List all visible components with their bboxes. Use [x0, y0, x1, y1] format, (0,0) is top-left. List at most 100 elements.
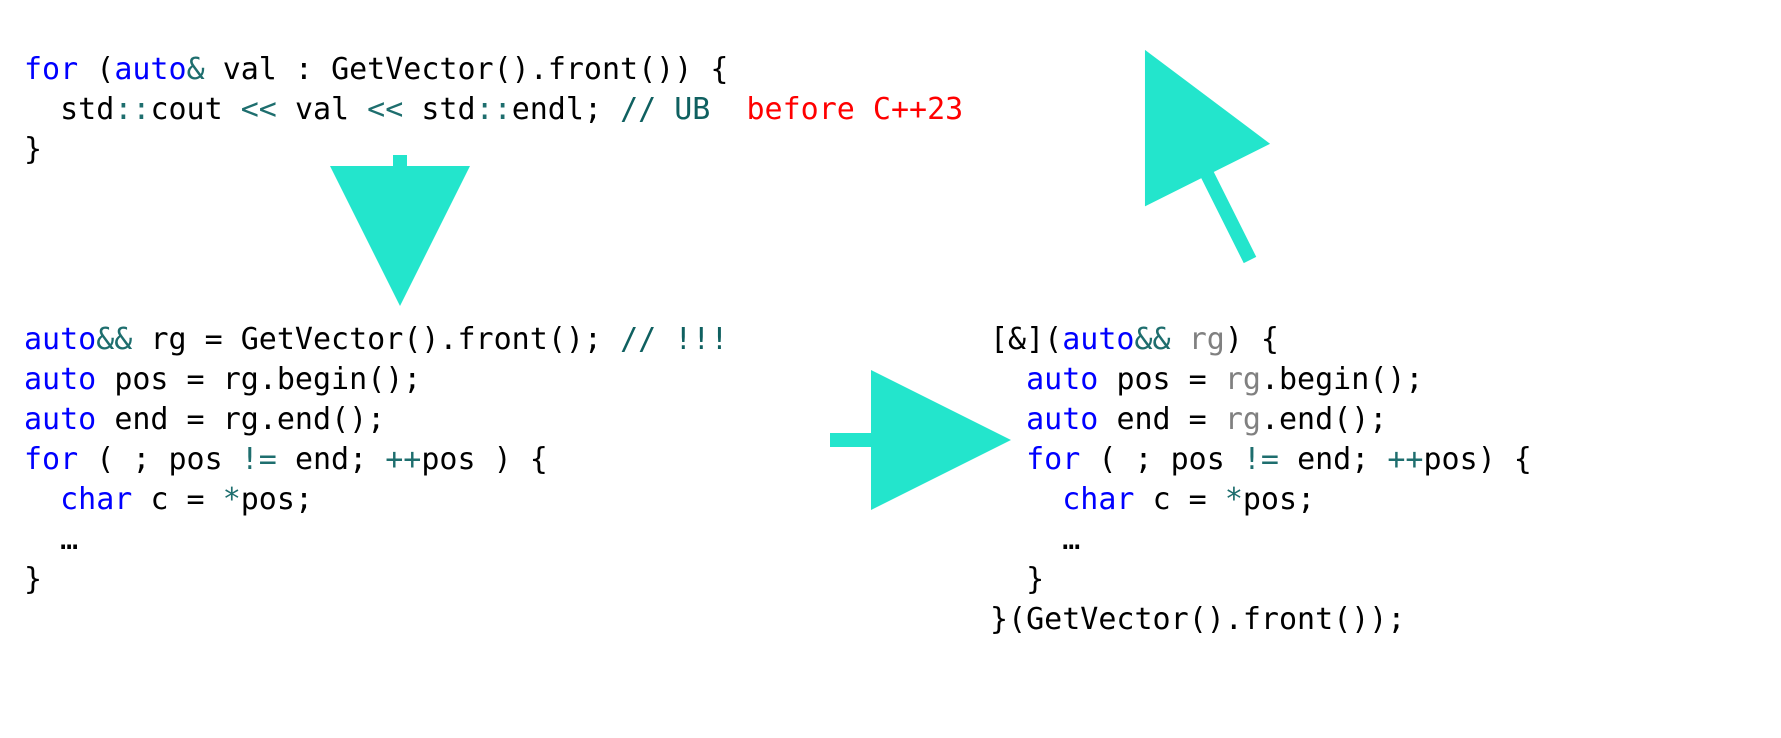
code-line: for (auto& val : GetVector().front()) {	[24, 52, 728, 87]
code-line: for ( ; pos != end; ++pos ) {	[24, 442, 548, 477]
text: .	[259, 362, 277, 397]
identifier: c	[150, 482, 168, 517]
identifier: rg	[1225, 402, 1261, 437]
text: ().	[494, 52, 548, 87]
identifier: front	[1243, 602, 1333, 637]
text: =	[1171, 362, 1225, 397]
identifier: pos	[1424, 442, 1478, 477]
comment: // !!!	[620, 322, 728, 357]
text: ) {	[1478, 442, 1532, 477]
stream-op: <<	[349, 92, 421, 127]
code-line: auto pos = rg.begin();	[24, 362, 421, 397]
text: ();	[367, 362, 421, 397]
text: :	[277, 52, 331, 87]
neq-op: !=	[1225, 442, 1297, 477]
deref-op: *	[1225, 482, 1243, 517]
keyword-for: for	[24, 442, 78, 477]
identifier: end	[295, 442, 349, 477]
keyword-char: char	[60, 482, 132, 517]
text: ().	[403, 322, 457, 357]
text: (	[78, 52, 114, 87]
annotation-before-cpp23: before C++23	[747, 92, 964, 127]
identifier: begin	[1279, 362, 1369, 397]
code-line: auto end = rg.end();	[990, 402, 1387, 437]
text	[1098, 402, 1116, 437]
identifier: pos	[169, 442, 223, 477]
text: =	[169, 482, 223, 517]
identifier: val	[223, 52, 277, 87]
text: ();	[1333, 402, 1387, 437]
identifier: end	[1279, 402, 1333, 437]
text: ;	[584, 92, 620, 127]
identifier: GetVector	[331, 52, 494, 87]
identifier: std	[421, 92, 475, 127]
code-line: …	[990, 522, 1080, 557]
text: =	[169, 402, 223, 437]
text: ()) {	[638, 52, 728, 87]
keyword-for: for	[1026, 442, 1080, 477]
identifier: front	[548, 52, 638, 87]
identifier: rg	[1225, 362, 1261, 397]
identifier: begin	[277, 362, 367, 397]
identifier: pos	[1116, 362, 1170, 397]
neq-op: !=	[223, 442, 295, 477]
keyword-auto: auto	[24, 362, 96, 397]
code-line: auto pos = rg.begin();	[990, 362, 1424, 397]
identifier: c	[1153, 482, 1171, 517]
text: =	[169, 362, 223, 397]
text: ());	[1333, 602, 1405, 637]
code-line: }	[24, 132, 42, 167]
identifier: endl	[512, 92, 584, 127]
identifier: rg	[223, 402, 259, 437]
text	[990, 362, 1026, 397]
inc-op: ++	[385, 442, 421, 477]
text: =	[1171, 402, 1225, 437]
identifier: cout	[150, 92, 222, 127]
code-line: …	[24, 522, 78, 557]
identifier: front	[458, 322, 548, 357]
text	[990, 442, 1026, 477]
text: =	[187, 322, 241, 357]
text	[96, 402, 114, 437]
scope-op: ::	[476, 92, 512, 127]
code-line: [&](auto&& rg) {	[990, 322, 1279, 357]
keyword-auto: auto	[1026, 362, 1098, 397]
text: ) {	[1225, 322, 1279, 357]
text: ( ;	[78, 442, 168, 477]
code-line: std::cout << val << std::endl; // UB bef…	[24, 92, 963, 127]
amp-token: &	[187, 52, 223, 87]
text: =	[1171, 482, 1225, 517]
text	[990, 402, 1026, 437]
slide-stage: for (auto& val : GetVector().front()) { …	[0, 0, 1781, 738]
text: .	[1261, 402, 1279, 437]
keyword-for: for	[24, 52, 78, 87]
code-line: auto&& rg = GetVector().front(); // !!!	[24, 322, 728, 357]
arrow-up-left-icon	[1170, 100, 1250, 260]
text: ().	[1189, 602, 1243, 637]
identifier: pos	[114, 362, 168, 397]
identifier: std	[60, 92, 114, 127]
text	[1098, 362, 1116, 397]
identifier: pos	[1171, 442, 1225, 477]
identifier: end	[1116, 402, 1170, 437]
code-line: }	[24, 562, 42, 597]
keyword-auto: auto	[114, 52, 186, 87]
keyword-auto: auto	[24, 322, 96, 357]
identifier: rg	[1189, 322, 1225, 357]
text: [&](	[990, 322, 1062, 357]
text: ;	[1351, 442, 1387, 477]
identifier: rg	[223, 362, 259, 397]
comment: // UB	[620, 92, 710, 127]
identifier: pos	[421, 442, 475, 477]
text	[132, 482, 150, 517]
text	[24, 482, 60, 517]
text: ;	[349, 442, 385, 477]
identifier: pos	[241, 482, 295, 517]
identifier: pos	[1243, 482, 1297, 517]
text: ();	[548, 322, 620, 357]
code-line: }(GetVector().front());	[990, 602, 1405, 637]
keyword-auto: auto	[24, 402, 96, 437]
text: ) {	[476, 442, 548, 477]
keyword-char: char	[1062, 482, 1134, 517]
code-block-left: auto&& rg = GetVector().front(); // !!! …	[24, 280, 728, 600]
